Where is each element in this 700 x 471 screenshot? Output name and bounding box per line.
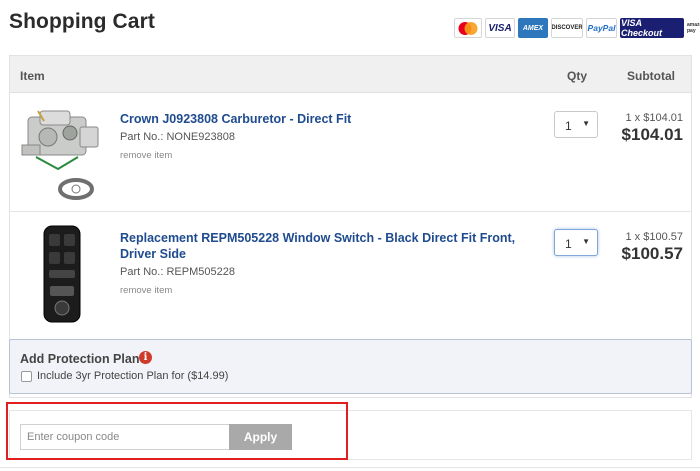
amex-logo: AMEX: [518, 18, 548, 38]
remove-item-link[interactable]: remove item: [120, 150, 172, 161]
column-header-subtotal: Subtotal: [627, 69, 675, 83]
page-title: Shopping Cart: [9, 10, 155, 33]
amazon-pay-logo: amazon pay: [687, 18, 700, 38]
paypal-logo: PayPal: [586, 18, 617, 38]
item-subtotal: $104.01: [621, 125, 683, 144]
remove-item-link[interactable]: remove item: [120, 285, 172, 296]
part-number: Part No.: NONE923808: [120, 131, 235, 143]
info-icon[interactable]: i: [139, 351, 152, 364]
apply-coupon-button[interactable]: Apply: [229, 424, 292, 450]
quantity-value: 1: [565, 119, 572, 133]
unit-price: 1 x $100.57: [625, 231, 684, 243]
visa-logo: VISA: [485, 18, 515, 38]
visa-checkout-logo: VISA Checkout: [620, 18, 684, 38]
coupon-code-input[interactable]: [20, 424, 230, 450]
part-number: Part No.: REPM505228: [120, 266, 235, 278]
protection-plan-checkbox[interactable]: [21, 371, 32, 382]
cart-item-row: Replacement REPM505228 Window Switch - B…: [10, 212, 691, 330]
footer-divider: [0, 467, 700, 468]
quantity-value: 1: [565, 237, 572, 251]
quantity-select[interactable]: 1 ▼: [554, 229, 598, 256]
quantity-select[interactable]: 1 ▼: [554, 111, 598, 138]
protection-plan-panel: Add Protection Plan i Include 3yr Protec…: [9, 339, 692, 394]
column-header-item: Item: [20, 69, 45, 83]
chevron-down-icon: ▼: [582, 237, 590, 246]
window-switch-product-image[interactable]: [40, 224, 84, 324]
carburetor-product-image[interactable]: [18, 107, 102, 203]
discover-logo: DISCOVER: [551, 18, 583, 38]
item-subtotal: $100.57: [621, 244, 683, 263]
protection-plan-label: Include 3yr Protection Plan for ($14.99): [37, 370, 229, 382]
chevron-down-icon: ▼: [582, 119, 590, 128]
cart-header-row: Item Qty Subtotal: [10, 56, 691, 93]
cart-item-row: Crown J0923808 Carburetor - Direct Fit P…: [10, 93, 691, 211]
mastercard-logo: [454, 18, 482, 38]
unit-price: 1 x $104.01: [625, 112, 684, 124]
product-link[interactable]: Crown J0923808 Carburetor - Direct Fit: [120, 111, 410, 127]
protection-plan-title: Add Protection Plan: [20, 352, 140, 366]
product-link[interactable]: Replacement REPM505228 Window Switch - B…: [120, 230, 540, 262]
column-header-qty: Qty: [567, 69, 588, 83]
coupon-panel: Apply: [9, 410, 692, 460]
